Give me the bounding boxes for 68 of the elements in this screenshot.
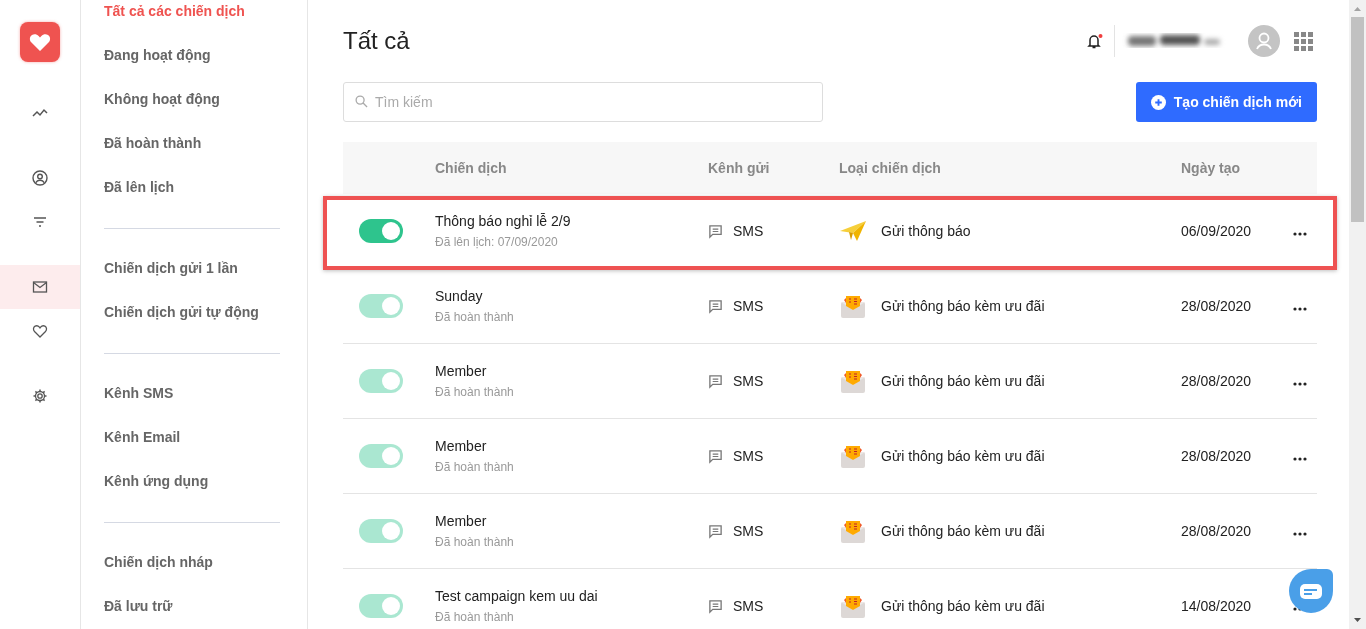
scrollbar[interactable] <box>1349 0 1366 629</box>
message-icon <box>708 448 723 464</box>
created-date: 28/08/2020 <box>1181 298 1252 314</box>
nav-item[interactable] <box>0 265 80 309</box>
created-date: 28/08/2020 <box>1181 523 1252 539</box>
campaign-name[interactable]: Thông báo nghỉ lễ 2/9 <box>435 213 708 229</box>
campaign-status: Đã hoàn thành <box>435 460 515 474</box>
menu-item[interactable]: Kênh ứng dụng <box>104 459 280 503</box>
campaign-type: Gửi thông báo kèm ưu đãi <box>881 373 1045 389</box>
column-header: Chiến dịch <box>435 160 508 176</box>
page-title: Tất cả <box>343 27 410 55</box>
plus-icon <box>1150 94 1166 110</box>
menu-item[interactable]: Chiến dịch nháp <box>104 540 280 584</box>
menu-item[interactable]: Kênh Email <box>104 415 280 459</box>
campaign-status: Đã hoàn thành <box>435 310 515 324</box>
campaign-status: Đã hoàn thành <box>435 535 515 549</box>
campaign-status: Đã lên lịch: 07/09/2020 <box>435 235 559 249</box>
settings-icon <box>32 388 48 404</box>
column-header: Loại chiến dịch <box>839 160 942 176</box>
campaign-type: Gửi thông báo kèm ưu đãi <box>881 298 1045 314</box>
menu-item[interactable]: Đã hoàn thành <box>104 121 280 165</box>
apps-grid-icon[interactable] <box>1294 31 1313 51</box>
channel-text: SMS <box>733 598 764 614</box>
campaign-status: Đã hoàn thành <box>435 610 515 624</box>
more-icon[interactable] <box>1293 232 1307 236</box>
campaign-type: Gửi thông báo kèm ưu đãi <box>881 598 1045 614</box>
notification-bell-icon[interactable] <box>1086 32 1104 50</box>
menu-item[interactable]: Chiến dịch gửi 1 lần <box>104 246 280 290</box>
toggle-switch[interactable] <box>359 219 403 243</box>
message-icon <box>708 298 723 314</box>
created-date: 14/08/2020 <box>1181 598 1252 614</box>
message-icon <box>708 598 723 614</box>
paper-plane-icon <box>839 219 867 243</box>
avatar-icon[interactable] <box>1248 25 1280 57</box>
search-icon <box>355 95 368 108</box>
campaign-status: Đã hoàn thành <box>435 385 515 399</box>
chat-icon <box>1300 583 1322 599</box>
campaign-type: Gửi thông báo <box>881 223 971 239</box>
created-date: 28/08/2020 <box>1181 373 1252 389</box>
menu-item[interactable]: Đang hoạt động <box>104 33 280 77</box>
campaign-type: Gửi thông báo kèm ưu đãi <box>881 448 1045 464</box>
message-icon <box>708 373 723 389</box>
heart-logo[interactable] <box>20 22 60 62</box>
filter-icon <box>32 214 48 230</box>
menu-item[interactable]: Không hoạt động <box>104 77 280 121</box>
menu-item[interactable]: Chiến dịch gửi tự động <box>104 290 280 334</box>
menu-item[interactable]: Tất cả các chiến dịch <box>104 0 280 33</box>
menu-item[interactable]: Đã lưu trữ <box>104 584 280 628</box>
create-campaign-button[interactable]: Tạo chiến dịch mới <box>1135 82 1317 122</box>
created-date: 06/09/2020 <box>1181 223 1252 239</box>
user-icon <box>32 170 48 186</box>
created-date: 28/08/2020 <box>1181 448 1252 464</box>
chat-launcher-overlay[interactable] <box>1289 569 1333 613</box>
channel-text: SMS <box>733 223 764 239</box>
heart-icon <box>32 323 48 339</box>
menu-item[interactable]: Đã lên lịch <box>104 165 280 209</box>
envelope-icon <box>32 279 48 295</box>
channel-text: SMS <box>733 448 764 464</box>
channel-text: SMS <box>733 523 764 539</box>
channel-text: SMS <box>733 298 764 314</box>
search-field[interactable]: Tìm kiếm <box>343 82 823 122</box>
message-icon <box>708 523 723 539</box>
column-header: Kênh gửi <box>708 160 771 176</box>
campaign-type: Gửi thông báo kèm ưu đãi <box>881 523 1045 539</box>
column-header: Ngày tạo <box>1181 160 1242 176</box>
channel-text: SMS <box>733 373 764 389</box>
message-icon <box>708 223 723 239</box>
menu-item[interactable]: Kênh SMS <box>104 371 280 415</box>
